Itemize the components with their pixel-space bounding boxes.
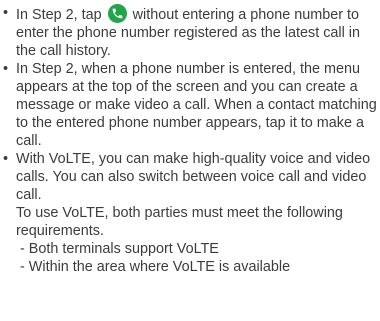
note-item-phone-menu: • In Step 2, when a phone number is ente… (0, 60, 378, 150)
requirement-item-area: - Within the area where VoLTE is availab… (20, 259, 291, 275)
notes-list: • In Step 2, tap without entering a phon… (0, 0, 380, 276)
phone-call-icon (107, 4, 127, 23)
note-text-phone-menu: In Step 2, when a phone number is entere… (16, 61, 377, 149)
bullet-icon: • (3, 151, 9, 167)
bullet-icon: • (3, 61, 9, 77)
note-text-before-icon: In Step 2, tap (16, 7, 102, 23)
bullet-icon: • (3, 5, 9, 21)
note-item-latest-call: • In Step 2, tap without entering a phon… (0, 4, 378, 60)
requirement-item-terminals: - Both terminals support VoLTE (20, 241, 219, 257)
note-text-volte-requirements: To use VoLTE, both parties must meet the… (16, 205, 343, 239)
note-item-volte: • With VoLTE, you can make high-quality … (0, 150, 378, 276)
note-text-volte-intro: With VoLTE, you can make high-quality vo… (16, 151, 371, 203)
